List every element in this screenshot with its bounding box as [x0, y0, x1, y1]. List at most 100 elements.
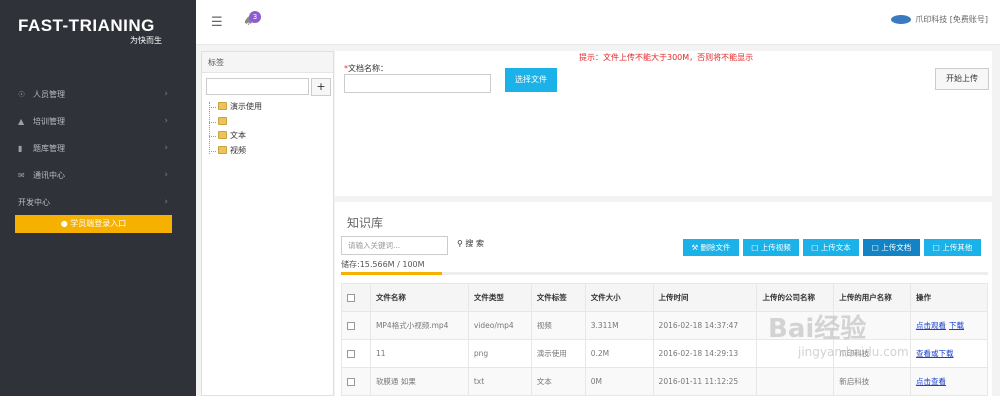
- select-all-cell: [341, 283, 371, 312]
- sidebar: FAST-TRIANING 为快而生 ☉ 人员管理 › ▲ 培训管理 › ▮ 题库管理…: [0, 0, 196, 396]
- column-header: 上传的公司名称: [756, 283, 835, 312]
- sidebar-item-label: 培训管理: [33, 117, 65, 126]
- tag-tree-title: 标签: [202, 52, 333, 73]
- file-size-cell: 0.2M: [584, 339, 654, 368]
- company-cell: [756, 367, 835, 396]
- folder-open-icon: □: [871, 243, 882, 252]
- storage-progress-bar: [341, 272, 988, 275]
- student-login-button[interactable]: ● 学员端登录入口: [15, 215, 172, 233]
- sidebar-item-label: 人员管理: [33, 90, 65, 99]
- upload-time-cell: 2016-01-11 11:12:25: [652, 367, 758, 396]
- sidebar-item-training[interactable]: ▲ 培训管理 ›: [0, 108, 196, 135]
- folder-open-icon: □: [751, 243, 761, 252]
- upload-video-button[interactable]: □ 上传视频: [743, 239, 799, 256]
- upload-panel: 提示：文件上传不能大于300M，否则将不能显示 *文档名称： 选择文件 开始上传: [335, 51, 992, 196]
- account-menu[interactable]: 爪印科技 [免费账号]: [891, 14, 988, 25]
- row-select-cell: [341, 311, 371, 340]
- doc-name-input[interactable]: [344, 74, 491, 93]
- tree-node[interactable]: 演示使用: [208, 100, 262, 115]
- view-link[interactable]: 点击查看: [916, 377, 946, 386]
- folder-open-icon: □: [932, 243, 943, 252]
- table-row: MP4格式小视频.mp4 video/mp4 视频 3.311M 2016-02…: [341, 311, 988, 340]
- user-cell: 新启科技: [833, 367, 912, 396]
- start-upload-button[interactable]: 开始上传: [935, 68, 989, 90]
- file-tag-cell: 文本: [530, 367, 586, 396]
- side-menu: ☉ 人员管理 › ▲ 培训管理 › ▮ 题库管理 › ✉ 通讯中心 › 开发中心 ›: [0, 81, 196, 216]
- choose-file-button[interactable]: 选择文件: [505, 68, 557, 92]
- sidebar-item-question-bank[interactable]: ▮ 题库管理 ›: [0, 135, 196, 162]
- table-row: 软膜通 如果 txt 文本 0M 2016-01-11 11:12:25 新启科…: [341, 367, 988, 396]
- actions-cell: 点击观看 下载: [910, 311, 988, 340]
- brand-name: FAST-TRIANING: [18, 16, 155, 35]
- upload-time-cell: 2016-02-18 14:37:47: [652, 311, 758, 340]
- file-tag-cell: 视频: [530, 311, 586, 340]
- folder-icon: [218, 145, 227, 154]
- file-size-cell: 3.311M: [584, 311, 654, 340]
- tree-node[interactable]: 文本: [208, 129, 262, 144]
- folder-icon: [218, 131, 227, 139]
- kb-search-input[interactable]: 请输入关键词...: [341, 236, 448, 255]
- sidebar-item-messaging[interactable]: ✉ 通讯中心 ›: [0, 162, 196, 189]
- row-checkbox[interactable]: [347, 378, 355, 386]
- tree-node[interactable]: [208, 115, 262, 130]
- file-name-cell: 软膜通 如果: [369, 367, 469, 396]
- add-tag-button[interactable]: +: [311, 78, 331, 96]
- upload-text-button[interactable]: □ 上传文本: [803, 239, 859, 256]
- upload-doc-button[interactable]: □ 上传文档: [863, 239, 920, 256]
- storage-progress-fill: [341, 272, 442, 275]
- file-size-cell: 0M: [584, 367, 654, 396]
- column-header: 上传时间: [652, 283, 758, 312]
- top-bar: ☰ ♠ 3 爪印科技 [免费账号]: [196, 0, 1000, 45]
- row-checkbox[interactable]: [347, 350, 355, 358]
- column-header: 文件大小: [584, 283, 654, 312]
- column-header: 文件类型: [467, 283, 532, 312]
- user-icon: ●: [60, 219, 71, 228]
- user-cell: 爪印科技: [833, 339, 912, 368]
- file-type-cell: png: [467, 339, 532, 368]
- download-link[interactable]: 下载: [949, 321, 964, 330]
- company-logo-icon: [891, 15, 912, 24]
- actions-cell: 查看或下载: [910, 339, 988, 368]
- tag-search-input[interactable]: [206, 78, 309, 95]
- storage-usage: 储存:15.566M / 100M: [341, 260, 425, 269]
- file-tag-cell: 演示使用: [530, 339, 586, 368]
- chevron-right-icon: ›: [164, 116, 168, 126]
- sidebar-item-label: 题库管理: [33, 144, 65, 153]
- company-cell: [756, 311, 835, 340]
- upload-time-cell: 2016-02-18 14:29:13: [652, 339, 758, 368]
- sidebar-item-personnel[interactable]: ☉ 人员管理 ›: [0, 81, 196, 108]
- knowledge-base-panel: 知识库 请输入关键词... ⚲ 搜 索 储存:15.566M / 100M ⚒ …: [335, 202, 992, 396]
- tag-tree: 演示使用 文本 视频: [208, 100, 262, 158]
- upload-other-button[interactable]: □ 上传其他: [924, 239, 981, 256]
- file-name-cell: 11: [369, 339, 469, 368]
- view-download-link[interactable]: 查看或下载: [916, 349, 954, 358]
- table-row: 11 png 演示使用 0.2M 2016-02-18 14:29:13 爪印科…: [341, 339, 988, 368]
- chevron-right-icon: ›: [164, 197, 168, 207]
- chevron-right-icon: ›: [164, 89, 168, 99]
- folder-icon: [218, 116, 227, 125]
- folder-icon: [218, 102, 227, 110]
- column-header: 文件名称: [369, 283, 469, 312]
- kb-search-button[interactable]: ⚲ 搜 索: [457, 238, 484, 249]
- chevron-right-icon: ›: [164, 143, 168, 153]
- upload-tip: 提示：文件上传不能大于300M，否则将不能显示: [579, 53, 754, 62]
- file-name-cell: MP4格式小视频.mp4: [369, 311, 469, 340]
- row-checkbox[interactable]: [347, 322, 355, 330]
- doc-name-label: *文档名称：: [344, 64, 388, 73]
- tag-tree-panel: 标签 + 演示使用 文本 视频: [201, 51, 334, 396]
- view-link[interactable]: 点击观看: [916, 321, 946, 330]
- user-cell: [833, 311, 912, 340]
- file-type-cell: video/mp4: [467, 311, 532, 340]
- sidebar-item-label: 通讯中心: [33, 171, 65, 180]
- delete-file-button[interactable]: ⚒ 删除文件: [683, 239, 739, 256]
- sidebar-item-developer[interactable]: 开发中心 ›: [0, 189, 196, 216]
- sidebar-item-label: 开发中心: [18, 198, 50, 207]
- brand-slogan: 为快而生: [130, 36, 162, 45]
- brand-logo[interactable]: FAST-TRIANING 为快而生: [18, 14, 168, 50]
- column-header: 文件标签: [530, 283, 586, 312]
- actions-cell: 点击查看: [910, 367, 988, 396]
- menu-toggle-icon[interactable]: ☰: [211, 15, 223, 30]
- tree-node[interactable]: 视频: [208, 144, 262, 159]
- column-header: 上传的用户名称: [833, 283, 912, 312]
- select-all-checkbox[interactable]: [347, 294, 355, 302]
